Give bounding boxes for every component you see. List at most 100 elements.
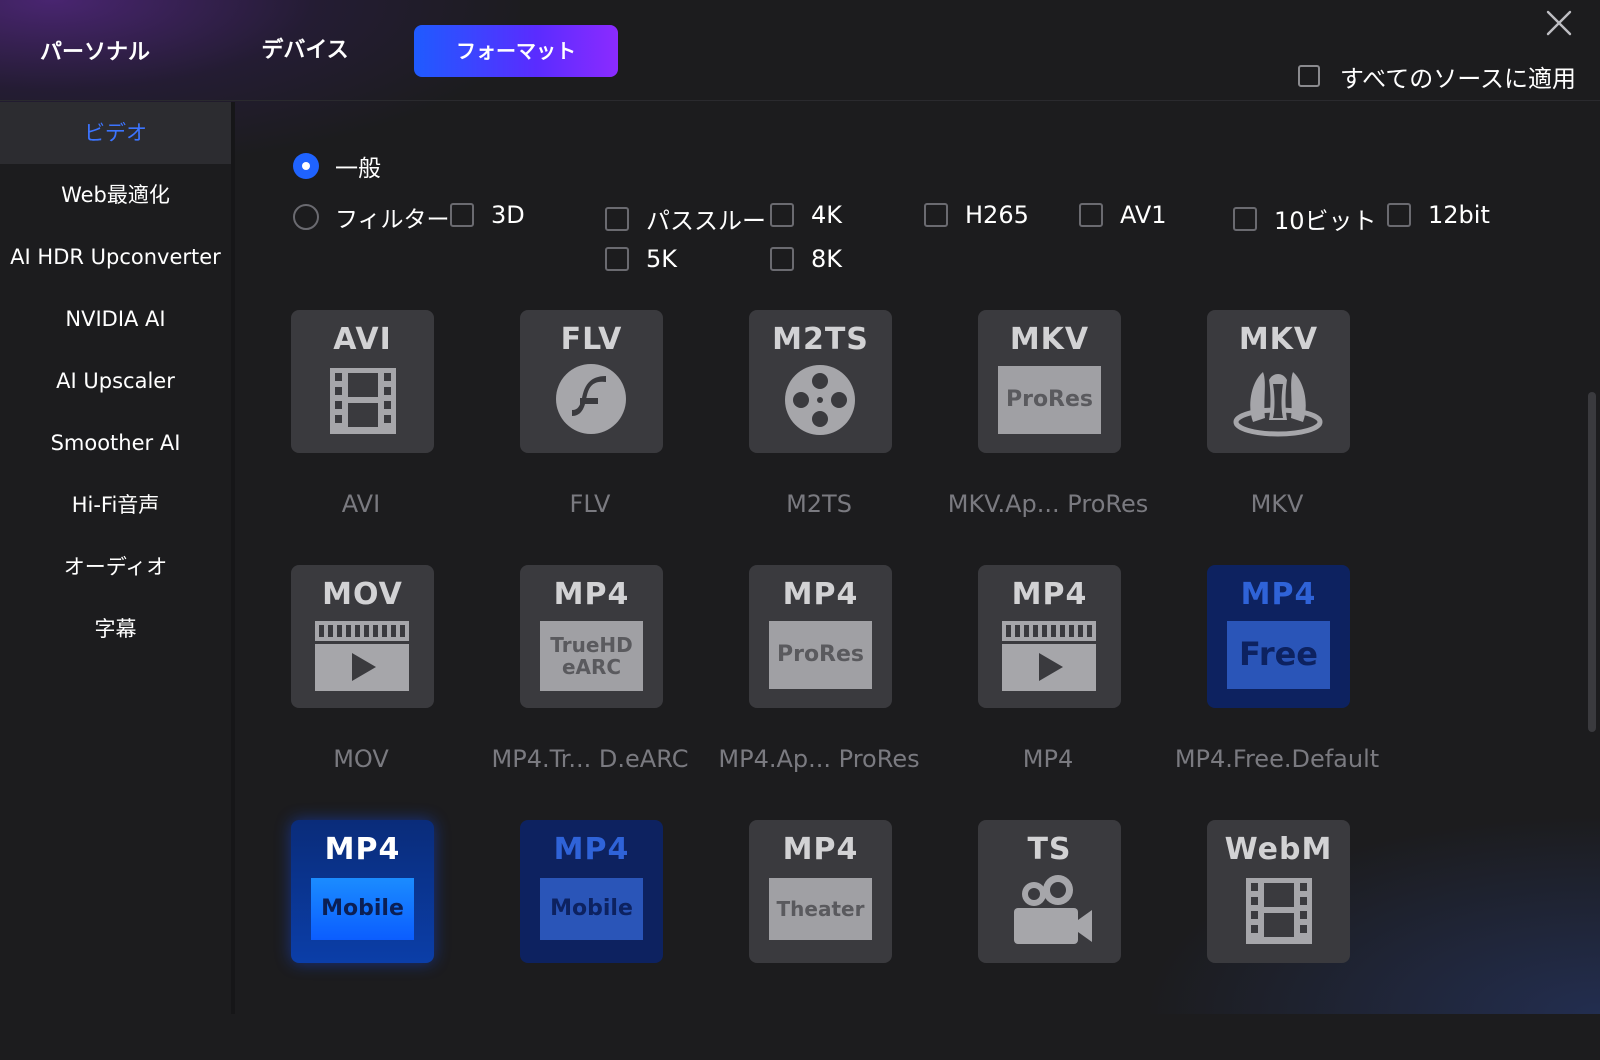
format-tile-m2ts[interactable]: M2TS M2TS	[702, 310, 936, 550]
general-radio-button[interactable]	[293, 153, 319, 179]
vertical-scrollbar[interactable]	[1588, 392, 1596, 732]
format-caption: MOV	[333, 745, 389, 773]
camera-icon	[1014, 875, 1092, 944]
flash-icon	[556, 364, 626, 434]
format-caption: MKV.Ap... ProRes	[947, 490, 1149, 518]
format-icon-webm: WebM	[1207, 820, 1350, 963]
format-tile-mp4-mobile[interactable]: MP4 Mobile	[244, 820, 478, 1060]
apply-all-sources-checkbox[interactable]: すべてのソースに適用	[1297, 60, 1576, 93]
format-icon-mp4-free: MP4 Free	[1207, 565, 1350, 708]
general-radio[interactable]: 一般	[293, 149, 381, 183]
format-icon-avi: AVI	[291, 310, 434, 453]
filter-12bit-checkbox[interactable]: 12bit	[1387, 201, 1490, 229]
tab-personal[interactable]: パーソナル	[20, 27, 170, 79]
format-tile-mp4-mobile-alt[interactable]: MP4 Mobile	[473, 820, 707, 1060]
format-tile-webm[interactable]: WebM	[1160, 820, 1394, 1060]
format-tile-flv[interactable]: FLV FLV	[473, 310, 707, 550]
format-icon-ts: TS	[978, 820, 1121, 963]
format-tile-mp4-theater[interactable]: MP4 Theater	[702, 820, 936, 1060]
format-icon-title: MP4	[782, 577, 859, 612]
filter-10bit-checkbox[interactable]: 10ビット	[1233, 201, 1377, 236]
apply-all-label: すべてのソースに適用	[1339, 64, 1576, 93]
tab-device[interactable]: デバイス	[230, 25, 380, 77]
checkbox-box[interactable]	[770, 203, 794, 227]
checkbox-label: AV1	[1120, 201, 1167, 229]
filter-av1-checkbox[interactable]: AV1	[1079, 201, 1167, 229]
filter-5k-checkbox[interactable]: 5K	[605, 245, 677, 273]
format-tile-mkv[interactable]: MKV MKV	[1160, 310, 1394, 550]
sidebar-item-nvidia-ai[interactable]: NVIDIA AI	[0, 288, 231, 350]
prores-badge: ProRes	[769, 621, 872, 689]
mobile-badge: Mobile	[311, 878, 414, 940]
format-caption: MP4	[1022, 745, 1074, 773]
sidebar-item-video[interactable]: ビデオ	[0, 102, 231, 164]
format-icon-title: MP4	[553, 577, 630, 612]
checkbox-label: H265	[965, 201, 1029, 229]
checkbox-label: 3D	[491, 201, 525, 229]
checkbox-box[interactable]	[1387, 203, 1411, 227]
format-icon-title: MP4	[553, 832, 630, 867]
format-tile-mp4[interactable]: MP4 MP4	[931, 565, 1165, 805]
checkbox-label: 4K	[811, 201, 843, 229]
sidebar-item-hifi-audio[interactable]: Hi-Fi音声	[0, 474, 231, 536]
format-tile-mp4-prores[interactable]: MP4 ProRes MP4.Ap... ProRes	[702, 565, 936, 805]
checkbox-box[interactable]	[450, 203, 474, 227]
filter-8k-checkbox[interactable]: 8K	[770, 245, 842, 273]
format-icon-mp4-mobile: MP4 Mobile	[291, 820, 434, 963]
filter-3d-checkbox[interactable]: 3D	[450, 201, 525, 229]
sidebar-item-subtitles[interactable]: 字幕	[0, 598, 231, 660]
checkbox-box[interactable]	[770, 247, 794, 271]
format-tile-avi[interactable]: AVI AVI	[244, 310, 478, 550]
filter-radio[interactable]: フィルター	[293, 200, 450, 234]
format-tile-mp4-truehd[interactable]: MP4 TrueHD eARC MP4.Tr... D.eARC	[473, 565, 707, 805]
checkbox-box[interactable]	[605, 206, 629, 231]
checkbox-label: 5K	[646, 245, 678, 273]
format-caption: MP4.Tr... D.eARC	[491, 745, 689, 773]
format-tile-mov[interactable]: MOV MOV	[244, 565, 478, 805]
sidebar-item-audio[interactable]: オーディオ	[0, 536, 231, 598]
format-icon-title: MP4	[324, 832, 401, 867]
close-icon[interactable]	[1544, 8, 1574, 38]
checkbox-box[interactable]	[605, 247, 629, 271]
tab-format[interactable]: フォーマット	[414, 25, 618, 77]
truehd-earc-badge: TrueHD eARC	[540, 621, 643, 691]
sidebar-item-ai-hdr-upconverter[interactable]: AI HDR Upconverter	[0, 226, 231, 288]
format-icon-mkv: MKV	[1207, 310, 1350, 453]
filter-4k-checkbox[interactable]: 4K	[770, 201, 842, 229]
filter-passthrough-checkbox[interactable]: パススルー	[605, 201, 766, 236]
format-icon-mp4: MP4	[978, 565, 1121, 708]
sidebar-item-smoother-ai[interactable]: Smoother AI	[0, 412, 231, 474]
filter-radio-label: フィルター	[335, 207, 450, 233]
sidebar-item-ai-upscaler[interactable]: AI Upscaler	[0, 350, 231, 412]
free-badge: Free	[1227, 621, 1330, 689]
sidebar-item-web-optimize[interactable]: Web最適化	[0, 164, 231, 226]
format-tile-mp4-free[interactable]: MP4 Free MP4.Free.Default	[1160, 565, 1394, 805]
checkbox-label: パススルー	[646, 207, 766, 235]
prores-badge: ProRes	[998, 366, 1101, 434]
format-icon-flv: FLV	[520, 310, 663, 453]
format-tile-ts[interactable]: TS	[931, 820, 1165, 1060]
category-sidebar: ビデオ Web最適化 AI HDR Upconverter NVIDIA AI …	[0, 102, 235, 1014]
format-caption: MP4.Ap... ProRes	[718, 745, 920, 773]
format-icon-mp4-mobile-alt: MP4 Mobile	[520, 820, 663, 963]
format-icon-mkv-prores: MKV ProRes	[978, 310, 1121, 453]
format-icon-mp4-theater: MP4 Theater	[749, 820, 892, 963]
checkbox-box[interactable]	[924, 203, 948, 227]
apply-all-checkbox-box[interactable]	[1297, 65, 1320, 87]
format-caption: AVI	[341, 490, 381, 518]
clapper-play-icon	[1002, 621, 1096, 691]
format-icon-mp4-prores: MP4 ProRes	[749, 565, 892, 708]
checkbox-box[interactable]	[1079, 203, 1103, 227]
format-caption: FLV	[569, 490, 611, 518]
filter-h265-checkbox[interactable]: H265	[924, 201, 1029, 229]
format-icon-title: MKV	[1009, 322, 1090, 357]
format-icon-m2ts: M2TS	[749, 310, 892, 453]
format-tile-mkv-prores[interactable]: MKV ProRes MKV.Ap... ProRes	[931, 310, 1165, 550]
format-icon-mov: MOV	[291, 565, 434, 708]
format-icon-title: MP4	[1240, 577, 1317, 612]
format-caption: MKV	[1250, 490, 1304, 518]
checkbox-label: 10ビット	[1274, 207, 1377, 235]
filter-radio-button[interactable]	[293, 204, 319, 230]
mobile-badge: Mobile	[540, 878, 643, 940]
checkbox-box[interactable]	[1233, 206, 1257, 231]
